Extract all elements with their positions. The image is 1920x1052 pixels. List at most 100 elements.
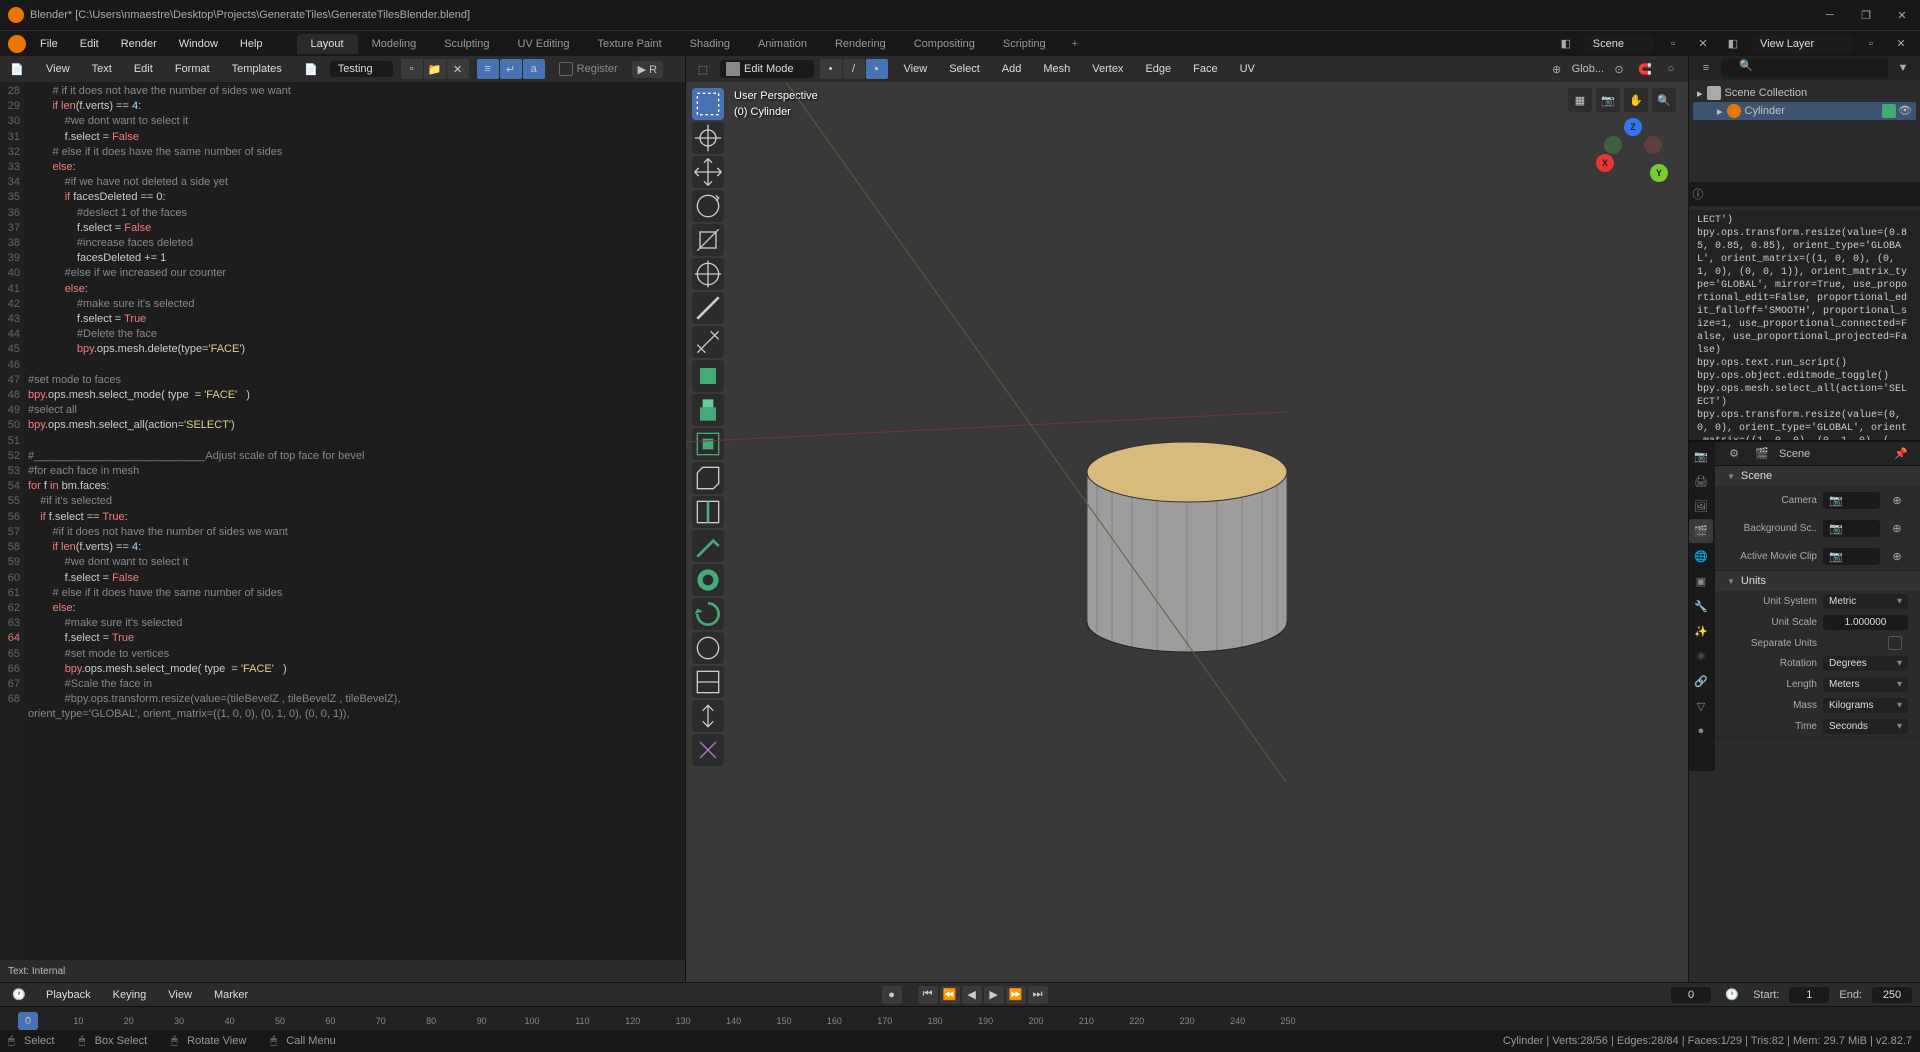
current-frame-field[interactable]: 0 [1671, 987, 1711, 1003]
jump-start-button[interactable]: ⏮ [918, 986, 938, 1004]
register-checkbox[interactable]: Register [553, 62, 624, 76]
rotate-tool[interactable] [692, 190, 724, 222]
prop-dropdown[interactable]: Seconds [1823, 719, 1908, 734]
z-axis-icon[interactable]: Z [1624, 118, 1642, 136]
workspace-tab-shading[interactable]: Shading [676, 34, 744, 54]
material-tab-icon[interactable]: ● [1689, 719, 1713, 743]
knife-tool[interactable] [692, 530, 724, 562]
mode-dropdown[interactable]: Edit Mode [720, 60, 814, 78]
vp-menu-edge[interactable]: Edge [1135, 60, 1181, 78]
panel-units[interactable]: Units [1715, 571, 1920, 591]
te-menu-view[interactable]: View [36, 60, 80, 78]
viewlayer-tab-icon[interactable]: 🖼 [1689, 494, 1713, 518]
proportional-edit-icon[interactable]: ○ [1660, 58, 1682, 80]
info-type-icon[interactable]: ⓘ [1687, 183, 1709, 205]
close-button[interactable]: ✕ [1892, 5, 1912, 25]
orientation-label[interactable]: Glob... [1572, 63, 1604, 75]
jump-end-button[interactable]: ⏭ [1028, 986, 1048, 1004]
render-tab-icon[interactable]: 📷 [1689, 444, 1713, 468]
viewport-canvas[interactable]: User Perspective (0) Cylinder ▦ 📷 ✋ 🔍 X … [686, 82, 1688, 982]
prop-eyedropper-icon[interactable]: ⊕ [1886, 545, 1908, 567]
output-tab-icon[interactable]: 🖨 [1689, 469, 1713, 493]
camera-view-icon[interactable]: ▦ [1568, 88, 1592, 112]
transform-tool[interactable] [692, 258, 724, 290]
text-file-field[interactable]: Testing [330, 61, 393, 77]
workspace-tab-compositing[interactable]: Compositing [900, 34, 989, 54]
editor-type-viewport-icon[interactable]: ⬚ [692, 58, 714, 80]
pivot-point-icon[interactable]: ⊙ [1608, 58, 1630, 80]
scene-field[interactable]: Scene [1585, 35, 1654, 53]
visibility-icon[interactable]: 👁 [1898, 104, 1912, 118]
menu-render[interactable]: Render [111, 35, 167, 53]
menu-help[interactable]: Help [230, 35, 273, 53]
end-frame-field[interactable]: 250 [1872, 987, 1912, 1003]
minimize-button[interactable]: ─ [1820, 5, 1840, 25]
viewlayer-new-button[interactable]: ▫ [1860, 33, 1882, 55]
outliner-search-input[interactable]: 🔍 [1721, 59, 1888, 77]
prop-dropdown[interactable]: Metric [1823, 594, 1908, 609]
blender-icon[interactable] [8, 35, 26, 53]
expand-icon[interactable]: ▸ [1717, 105, 1723, 118]
axis-gizmo[interactable]: X Y Z [1596, 118, 1668, 190]
add-workspace-button[interactable]: + [1064, 34, 1086, 54]
prop-dropdown[interactable]: Kilograms [1823, 698, 1908, 713]
modifier-tab-icon[interactable]: 🔧 [1689, 594, 1713, 618]
tl-menu-keying[interactable]: Keying [103, 986, 157, 1004]
mesh-data-icon[interactable] [1882, 104, 1896, 118]
prop-number-field[interactable]: 1.000000 [1823, 615, 1908, 630]
viewlayer-delete-button[interactable]: ✕ [1890, 33, 1912, 55]
spin-tool[interactable] [692, 598, 724, 630]
play-reverse-button[interactable]: ◀ [962, 986, 982, 1004]
poly-build-tool[interactable] [692, 564, 724, 596]
te-menu-format[interactable]: Format [165, 60, 220, 78]
open-text-button[interactable]: 📁 [424, 59, 446, 79]
constraint-tab-icon[interactable]: 🔗 [1689, 669, 1713, 693]
unlink-text-button[interactable]: ✕ [447, 59, 469, 79]
edge-select-mode[interactable]: / [843, 59, 865, 79]
edge-slide-tool[interactable] [692, 666, 724, 698]
neg-x-axis-icon[interactable] [1644, 136, 1662, 154]
vp-menu-uv[interactable]: UV [1230, 60, 1265, 78]
word-wrap-toggle[interactable]: ↵ [500, 59, 522, 79]
scene-new-button[interactable]: ▫ [1662, 33, 1684, 55]
frame-range-icon[interactable]: 🕐 [1721, 984, 1743, 1006]
outliner-type-icon[interactable]: ≡ [1695, 57, 1717, 79]
smooth-tool[interactable] [692, 632, 724, 664]
rip-region-tool[interactable] [692, 734, 724, 766]
info-log[interactable]: LECT') bpy.ops.transform.resize(value=(0… [1689, 210, 1920, 440]
zoom-icon[interactable]: 🔍 [1652, 88, 1676, 112]
scene-collection-row[interactable]: ▸ Scene Collection [1693, 84, 1916, 102]
x-axis-icon[interactable]: X [1596, 154, 1614, 172]
scale-tool[interactable] [692, 224, 724, 256]
menu-edit[interactable]: Edit [70, 35, 109, 53]
cylinder-row[interactable]: ▸ Cylinder 👁 [1693, 102, 1916, 120]
prop-dropdown[interactable]: Degrees [1823, 656, 1908, 671]
prop-eyedropper-icon[interactable]: ⊕ [1886, 517, 1908, 539]
face-select-mode[interactable]: ▪ [866, 59, 888, 79]
syntax-highlight-toggle[interactable]: a [523, 59, 545, 79]
run-script-button[interactable]: ▶ R [632, 61, 663, 78]
vp-menu-add[interactable]: Add [992, 60, 1032, 78]
scene-delete-button[interactable]: ✕ [1692, 33, 1714, 55]
inset-faces-tool[interactable] [692, 428, 724, 460]
menu-window[interactable]: Window [169, 35, 228, 53]
text-browse-icon[interactable]: 📄 [300, 58, 322, 80]
prop-object-field[interactable]: 📷 [1823, 520, 1880, 537]
world-tab-icon[interactable]: 🌐 [1689, 544, 1713, 568]
select-box-tool[interactable] [692, 88, 724, 120]
editor-type-icon[interactable]: 📄 [6, 58, 28, 80]
keyframe-prev-button[interactable]: ⏪ [940, 986, 960, 1004]
props-type-icon[interactable]: ⚙ [1723, 443, 1745, 465]
te-menu-edit[interactable]: Edit [124, 60, 163, 78]
transform-orientation-icon[interactable]: ⊕ [1546, 58, 1568, 80]
line-numbers-toggle[interactable]: ≡ [477, 59, 499, 79]
vp-menu-mesh[interactable]: Mesh [1033, 60, 1080, 78]
add-cube-tool[interactable] [692, 360, 724, 392]
prop-dropdown[interactable]: Meters [1823, 677, 1908, 692]
pan-icon[interactable]: ✋ [1624, 88, 1648, 112]
neg-y-axis-icon[interactable] [1604, 136, 1622, 154]
vp-menu-view[interactable]: View [894, 60, 938, 78]
start-frame-field[interactable]: 1 [1789, 987, 1829, 1003]
prop-checkbox[interactable] [1888, 636, 1902, 650]
y-axis-icon[interactable]: Y [1650, 164, 1668, 182]
